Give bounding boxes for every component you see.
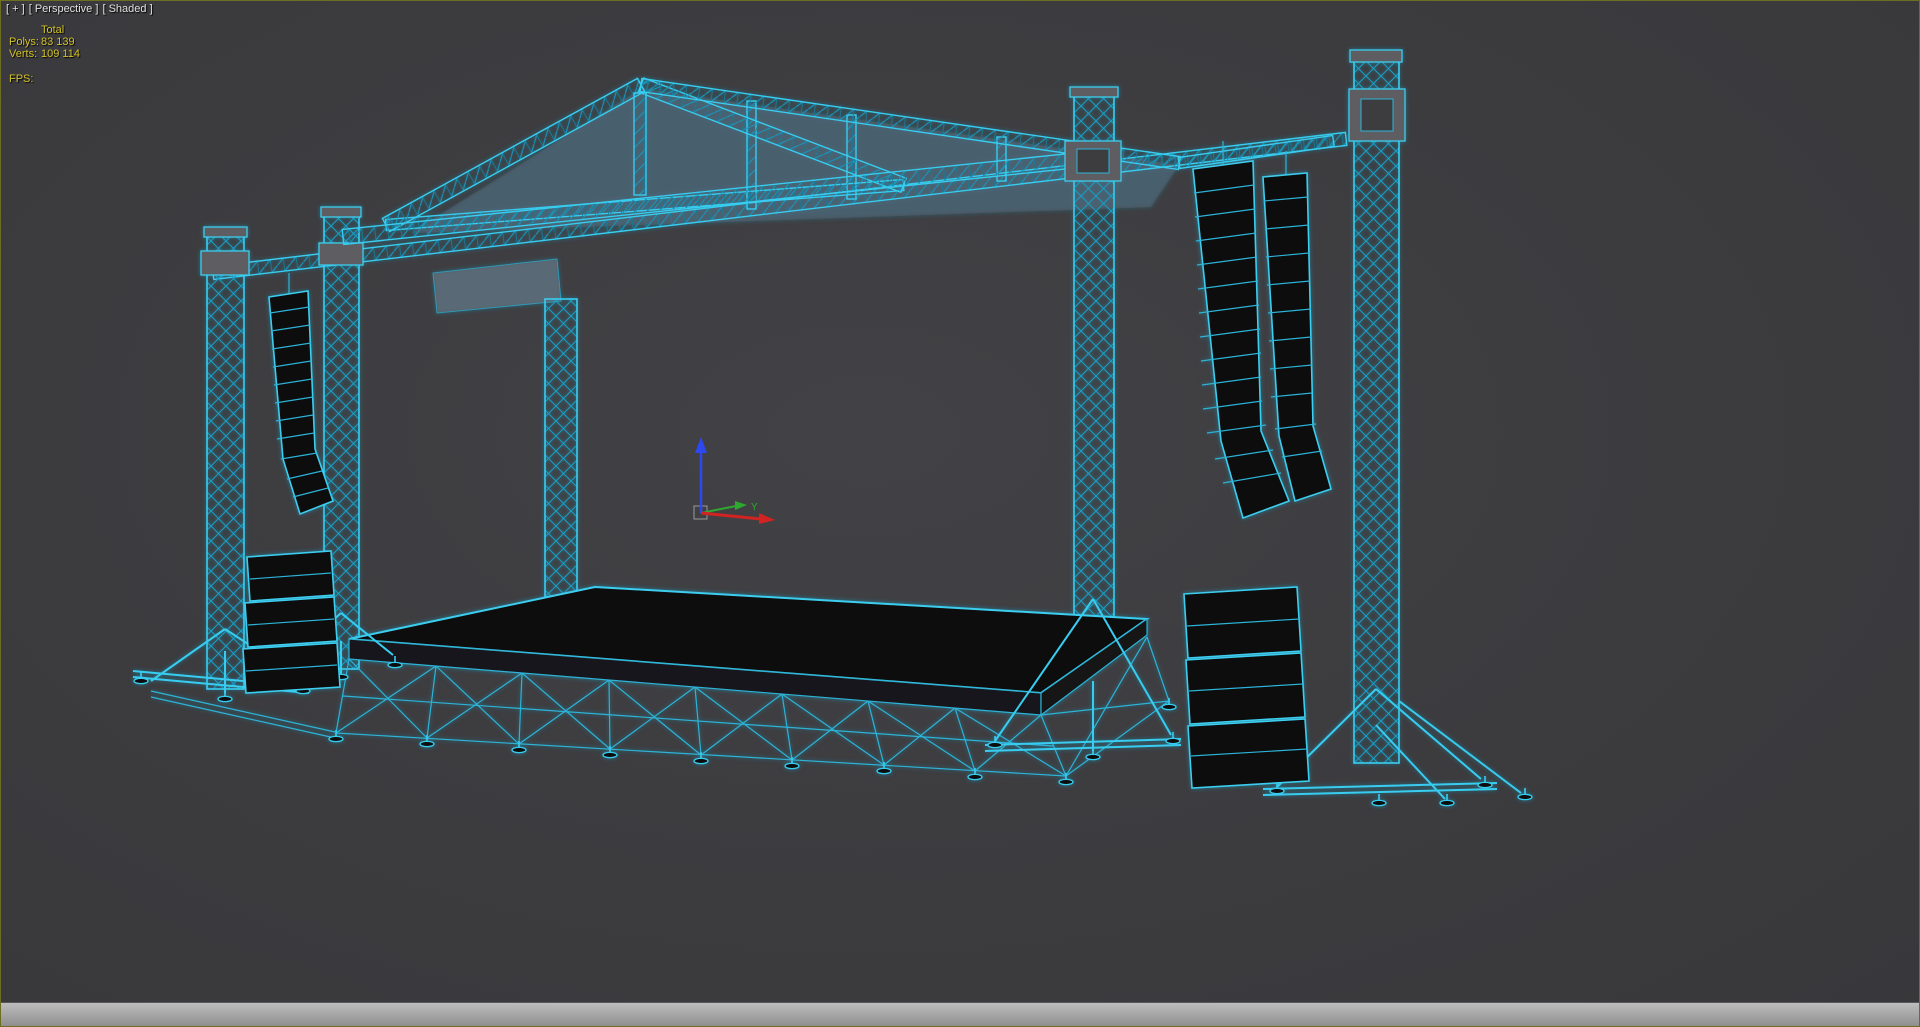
- scene-canvas[interactable]: Y: [1, 1, 1920, 1027]
- x-axis-arrow: [759, 513, 775, 524]
- stats-verts-label: Verts:: [9, 48, 38, 60]
- stats-fps-label: FPS:: [9, 73, 34, 85]
- viewport-menu-pov[interactable]: [ Perspective ]: [29, 3, 99, 15]
- axis-gizmo: Y: [693, 437, 775, 524]
- truss-tower-right-mid[interactable]: [1064, 86, 1122, 660]
- subwoofer-stack-left[interactable]: [242, 550, 341, 694]
- truss-tower-far-left[interactable]: [200, 226, 250, 690]
- statistics-overlay: Total Polys: 83 139 Verts: 109 114 FPS:: [9, 24, 80, 85]
- subwoofer-stack-right[interactable]: [1183, 586, 1310, 789]
- truss-column-stage-back[interactable]: [544, 298, 578, 602]
- track-bar[interactable]: [1, 1002, 1919, 1026]
- stats-header-row: Total: [9, 24, 80, 36]
- stats-header: Total: [41, 24, 65, 36]
- stats-polys-value: 83 139: [41, 36, 75, 48]
- y-axis-arrow: [735, 501, 747, 510]
- line-array-speaker-right-rear[interactable]: [1262, 151, 1332, 503]
- viewport-menu-general[interactable]: [ + ]: [6, 3, 25, 15]
- stats-fps-row: FPS:: [9, 73, 80, 85]
- stats-verts-value: 109 114: [41, 48, 80, 60]
- y-axis-label: Y: [751, 502, 758, 513]
- stats-polys-label: Polys:: [9, 36, 39, 48]
- stats-verts-row: Verts: 109 114: [9, 48, 80, 60]
- truss-tower-far-right[interactable]: [1348, 49, 1406, 764]
- viewport[interactable]: Y [ + ] [ Perspective ] [ Shaded ] Total…: [0, 0, 1920, 1027]
- viewport-menu-shading[interactable]: [ Shaded ]: [102, 3, 152, 15]
- stats-polys-row: Polys: 83 139: [9, 36, 80, 48]
- viewport-label: [ + ] [ Perspective ] [ Shaded ]: [6, 3, 154, 15]
- z-axis-arrow: [695, 437, 707, 453]
